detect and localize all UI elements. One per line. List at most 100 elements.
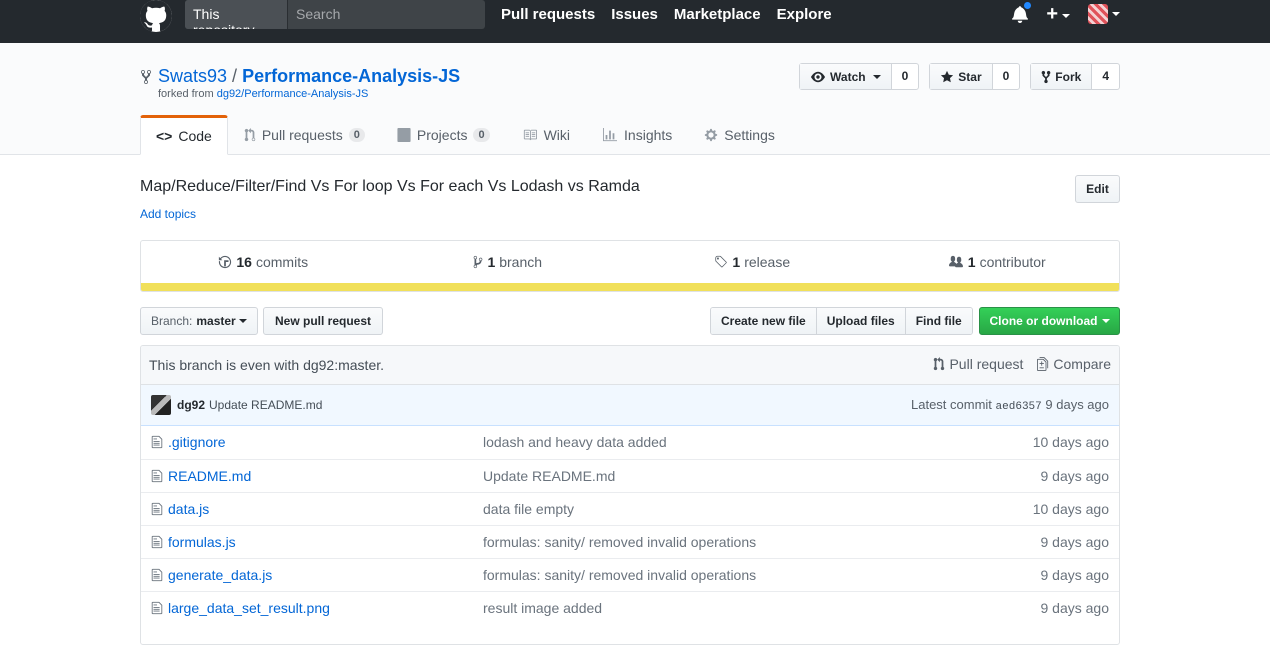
branch-status-text: This branch is even with dg92:master. (149, 357, 385, 373)
repo-name-link[interactable]: Performance-Analysis-JS (242, 66, 460, 86)
global-header: This repository Search Pull requests Iss… (0, 0, 1270, 43)
tab-pull-requests-count: 0 (348, 128, 365, 142)
table-row: README.md Update README.md 9 days ago (141, 459, 1119, 492)
file-age: 9 days ago (1040, 468, 1110, 484)
tab-pull-requests[interactable]: Pull requests 0 (228, 115, 381, 155)
tab-settings[interactable]: Settings (688, 115, 791, 155)
branch-count: 1 (487, 254, 496, 270)
code-icon: <> (156, 128, 173, 144)
fork-icon (1041, 70, 1051, 83)
file-commit-message[interactable]: lodash and heavy data added (483, 434, 667, 450)
file-name-link[interactable]: README.md (168, 468, 251, 484)
compare-label: Compare (1053, 356, 1111, 372)
book-icon (523, 129, 537, 141)
repo-header: Swats93/Performance-Analysis-JS forked f… (0, 43, 1270, 155)
watch-group: Watch 0 (799, 63, 920, 90)
plus-icon: + (1046, 3, 1058, 25)
tab-projects[interactable]: Projects 0 (381, 115, 506, 155)
file-commit-message[interactable]: formulas: sanity/ removed invalid operat… (483, 567, 756, 583)
avatar[interactable] (151, 395, 171, 415)
create-new-file-button[interactable]: Create new file (711, 308, 817, 334)
add-topics-link[interactable]: Add topics (140, 207, 196, 221)
history-icon (219, 255, 232, 269)
search-input[interactable]: Search (288, 0, 485, 29)
watch-button[interactable]: Watch (800, 64, 892, 89)
tab-wiki[interactable]: Wiki (506, 115, 586, 155)
tab-insights[interactable]: Insights (586, 115, 688, 155)
commit-age: 9 days ago (1045, 397, 1109, 412)
file-icon (151, 435, 163, 449)
upload-files-button[interactable]: Upload files (816, 308, 906, 334)
branch-label: branch (499, 254, 543, 270)
tab-code[interactable]: <> Code (140, 115, 228, 155)
header-right: + (1012, 1, 1120, 24)
file-icon (151, 469, 163, 483)
search-box[interactable]: This repository Search (185, 0, 485, 29)
file-name-link[interactable]: .gitignore (168, 434, 226, 450)
clone-or-download-button[interactable]: Clone or download (979, 307, 1120, 335)
file-age: 9 days ago (1040, 567, 1110, 583)
chevron-down-icon (1112, 12, 1120, 16)
repo-owner-link[interactable]: Swats93 (158, 66, 227, 86)
commits-label: commits (255, 254, 309, 270)
star-count[interactable]: 0 (993, 64, 1020, 89)
fork-button[interactable]: Fork (1031, 64, 1093, 89)
forked-from: forked from dg92/Performance-Analysis-JS (158, 88, 368, 100)
branches-link[interactable]: 1 branch (386, 254, 631, 270)
commit-message-link[interactable]: Update README.md (209, 398, 322, 412)
nav-explore[interactable]: Explore (777, 6, 832, 23)
commit-sha-link[interactable]: aed6357 (996, 401, 1042, 413)
releases-link[interactable]: 1 release (630, 254, 875, 270)
star-button[interactable]: Star (930, 64, 993, 89)
release-label: release (744, 254, 791, 270)
file-commit-message[interactable]: Update README.md (483, 468, 615, 484)
language-bar[interactable] (141, 283, 1119, 291)
contributor-label: contributor (979, 254, 1046, 270)
latest-commit-bar: dg92 Update README.md Latest commit aed6… (141, 385, 1119, 426)
fork-group: Fork 4 (1030, 63, 1120, 90)
pull-request-icon (934, 357, 945, 371)
branch-select-button[interactable]: Branch: master (140, 307, 258, 335)
create-new-menu[interactable]: + (1046, 4, 1070, 24)
file-table: .gitignore lodash and heavy data added 10 … (141, 426, 1119, 624)
file-name-link[interactable]: large_data_set_result.png (168, 600, 330, 616)
file-icon (151, 568, 163, 582)
tab-settings-label: Settings (724, 127, 775, 143)
contributors-link[interactable]: 1 contributor (875, 254, 1120, 270)
edit-description-button[interactable]: Edit (1075, 175, 1120, 203)
user-menu[interactable] (1088, 4, 1120, 24)
github-logo-icon[interactable] (140, 0, 172, 32)
repo-title: Swats93/Performance-Analysis-JS (158, 66, 460, 87)
table-row: .gitignore lodash and heavy data added 10 … (141, 426, 1119, 459)
new-pull-request-button[interactable]: New pull request (263, 307, 384, 335)
file-commit-message[interactable]: data file empty (483, 501, 574, 517)
file-name-link[interactable]: generate_data.js (168, 567, 272, 583)
compare-link[interactable]: Compare (1037, 356, 1111, 372)
table-row: data.js data file empty 10 days ago (141, 492, 1119, 525)
forked-source-link[interactable]: dg92/Performance-Analysis-JS (217, 88, 369, 100)
find-file-button[interactable]: Find file (905, 308, 972, 334)
watch-count[interactable]: 0 (892, 64, 919, 89)
gear-icon (705, 128, 718, 142)
pull-request-label: Pull request (949, 356, 1024, 372)
nav-issues[interactable]: Issues (611, 6, 658, 23)
file-icon (151, 502, 163, 516)
nav-pull-requests[interactable]: Pull requests (501, 6, 595, 23)
file-commit-message[interactable]: formulas: sanity/ removed invalid operat… (483, 534, 756, 550)
diff-icon (1037, 357, 1049, 371)
pull-request-icon (244, 128, 256, 142)
file-age: 10 days ago (1032, 434, 1109, 450)
pull-request-link[interactable]: Pull request (933, 356, 1023, 372)
search-scope[interactable]: This repository (185, 0, 288, 29)
fork-count[interactable]: 4 (1092, 64, 1119, 89)
commits-link[interactable]: 16 commits (141, 254, 386, 270)
commit-author-link[interactable]: dg92 (177, 398, 205, 412)
nav-marketplace[interactable]: Marketplace (674, 6, 761, 23)
file-name-link[interactable]: data.js (168, 501, 209, 517)
table-row: large_data_set_result.png result image ad… (141, 591, 1119, 624)
file-name-link[interactable]: formulas.js (168, 534, 236, 550)
file-commit-message[interactable]: result image added (483, 600, 602, 616)
chevron-down-icon (1101, 319, 1110, 323)
clone-label: Clone or download (989, 314, 1098, 328)
notifications-bell-icon[interactable] (1012, 1, 1033, 23)
